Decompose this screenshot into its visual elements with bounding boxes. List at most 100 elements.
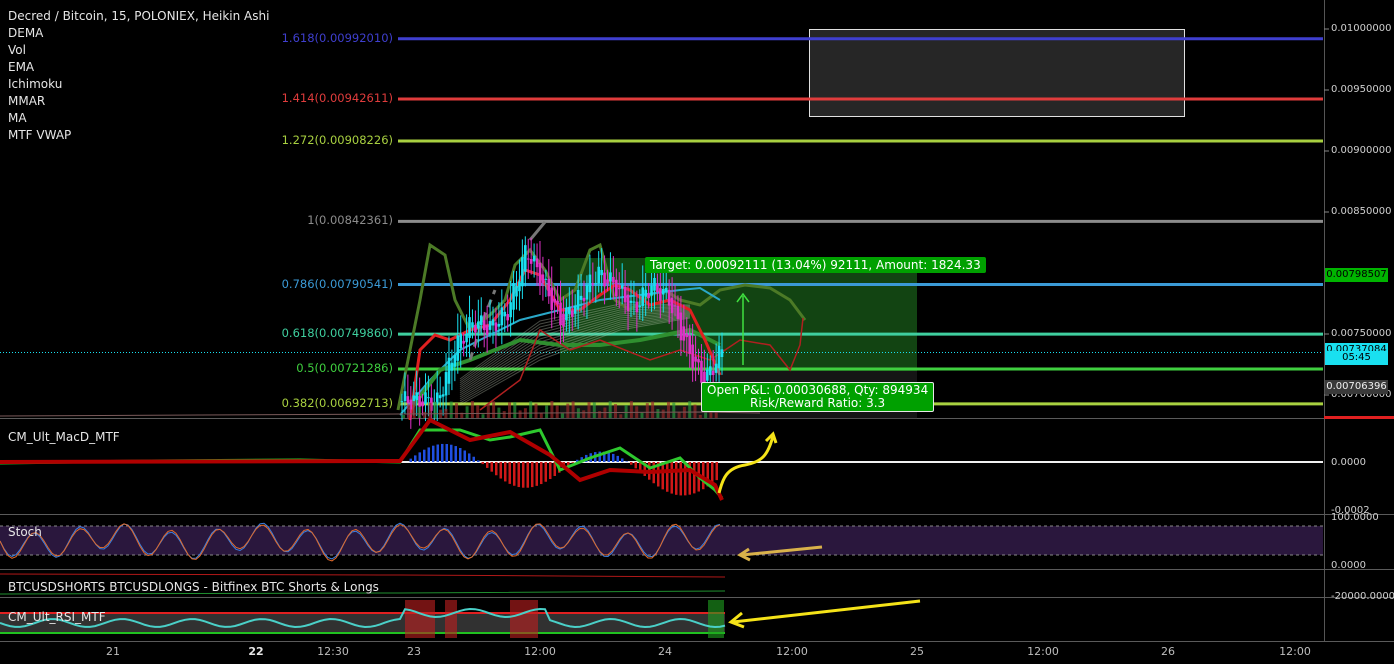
macd-histogram-bar xyxy=(459,448,462,462)
indicator-ma[interactable]: MA xyxy=(8,110,269,127)
macd-histogram-bar xyxy=(715,462,718,481)
candle-body xyxy=(553,298,556,303)
macd-histogram-bar xyxy=(409,458,412,462)
volume-bar xyxy=(492,401,496,418)
time-tick-label: 12:00 xyxy=(1279,645,1311,658)
candle-body xyxy=(664,287,668,292)
candle-body xyxy=(641,287,645,307)
macd-axis-zero: 0.0000 xyxy=(1331,457,1366,468)
stoch-band xyxy=(0,526,1323,555)
volume-bar xyxy=(433,401,437,418)
shorts-longs-pane-label[interactable]: BTCUSDSHORTS BTCUSDLONGS - Bitfinex BTC … xyxy=(8,580,379,594)
shorts-axis-label: -20000.0000 xyxy=(1331,591,1394,602)
rsi-pane-label[interactable]: CM_Ult_RSI_MTF xyxy=(8,610,106,624)
candle-body xyxy=(717,345,721,369)
macd-histogram-bar xyxy=(612,453,615,462)
candle-body xyxy=(503,311,507,317)
macd-histogram-bar xyxy=(454,446,457,462)
macd-histogram-bar xyxy=(540,462,543,485)
time-tick-label: 23 xyxy=(407,645,421,658)
candle-body xyxy=(594,283,598,285)
stoch-axis-min: 0.0000 xyxy=(1331,560,1366,571)
candle-body xyxy=(673,305,677,307)
candle-body xyxy=(438,395,442,399)
macd-histogram-bar xyxy=(684,462,687,496)
indicator-legend: Decred / Bitcoin, 15, POLONIEX, Heikin A… xyxy=(8,8,269,144)
macd-histogram-bar xyxy=(634,462,637,469)
volume-bar xyxy=(476,405,480,418)
macd-histogram-bar xyxy=(477,460,480,462)
price-tag: 05:45 xyxy=(1325,351,1388,366)
volume-bar xyxy=(582,410,586,418)
volume-bar xyxy=(449,401,453,418)
macd-histogram-bar xyxy=(670,462,673,494)
fib-label: 1.618(0.00992010) xyxy=(281,30,393,45)
volume-bar xyxy=(566,403,570,418)
volume-bar xyxy=(629,401,633,418)
candle-body xyxy=(638,305,642,307)
candle-body xyxy=(500,307,504,326)
candle-body xyxy=(667,289,671,306)
candle-body xyxy=(474,324,477,333)
volume-bar xyxy=(555,405,559,418)
macd-histogram-bar xyxy=(481,462,484,465)
volume-bar xyxy=(587,402,591,418)
trade-open-pnl-box[interactable]: Open P&L: 0.00030688, Qty: 894934 Risk/R… xyxy=(701,382,935,412)
volume-bar xyxy=(428,402,432,418)
candle-body xyxy=(661,288,665,295)
macd-histogram-bar xyxy=(526,462,529,488)
candle-body xyxy=(582,297,586,302)
indicator-ema[interactable]: EMA xyxy=(8,59,269,76)
candle-body xyxy=(576,289,580,310)
price-tick-label: 0.00750000 xyxy=(1331,328,1392,339)
macd-histogram-bar xyxy=(711,462,714,484)
volume-bar xyxy=(529,401,533,418)
volume-bar xyxy=(407,404,411,418)
candle-body xyxy=(526,258,530,260)
candle-body xyxy=(406,396,410,404)
volume-bar xyxy=(561,413,564,418)
chart-title[interactable]: Decred / Bitcoin, 15, POLONIEX, Heikin A… xyxy=(8,8,269,25)
candle-body xyxy=(659,288,662,301)
volume-bar xyxy=(470,401,474,418)
candle-body xyxy=(459,333,463,349)
candle-body xyxy=(403,391,407,402)
volume-bar xyxy=(412,401,416,418)
trade-target-label[interactable]: Target: 0.00092111 (13.04%) 92111, Amoun… xyxy=(645,257,986,273)
macd-histogram-bar xyxy=(490,462,493,472)
fib-label: 0.618(0.00749860) xyxy=(281,326,393,341)
candle-body xyxy=(497,323,501,327)
volume-bar xyxy=(508,402,511,418)
candle-body xyxy=(714,363,718,373)
macd-histogram-bar xyxy=(504,462,507,482)
volume-bar xyxy=(518,410,522,418)
macd-histogram-bar xyxy=(675,462,678,495)
candle-body xyxy=(471,322,474,328)
stoch-axis-max: 100.0000 xyxy=(1331,512,1379,523)
macd-histogram-bar xyxy=(508,462,511,484)
macd-histogram-bar xyxy=(531,462,534,488)
stoch-pane-label[interactable]: Stoch xyxy=(8,525,42,539)
time-tick-label: 12:30 xyxy=(317,645,349,658)
rsi-zone-bar xyxy=(405,600,435,638)
macd-histogram-bar xyxy=(630,462,633,465)
macd-histogram-bar xyxy=(549,462,552,480)
candle-body xyxy=(491,319,495,326)
fib-label: 1.414(0.00942611) xyxy=(281,91,393,105)
volume-bar xyxy=(402,415,405,418)
fib-label: 0.5(0.00721286) xyxy=(296,361,393,376)
macd-histogram-bar xyxy=(418,452,421,462)
candle-body xyxy=(421,401,424,407)
volume-bar xyxy=(592,402,596,418)
rsi-zone-bar xyxy=(445,600,457,638)
candle-body xyxy=(532,255,536,262)
price-tick-label: 0.00850000 xyxy=(1331,206,1392,217)
volume-bar xyxy=(698,414,702,418)
price-tick-label: 0.00950000 xyxy=(1331,84,1392,95)
candle-body xyxy=(547,278,551,297)
macd-pane-label[interactable]: CM_Ult_MacD_MTF xyxy=(8,430,120,444)
macd-histogram-bar xyxy=(607,452,610,462)
candle-body xyxy=(541,274,545,284)
candle-body xyxy=(568,307,571,314)
candle-body xyxy=(650,285,653,296)
